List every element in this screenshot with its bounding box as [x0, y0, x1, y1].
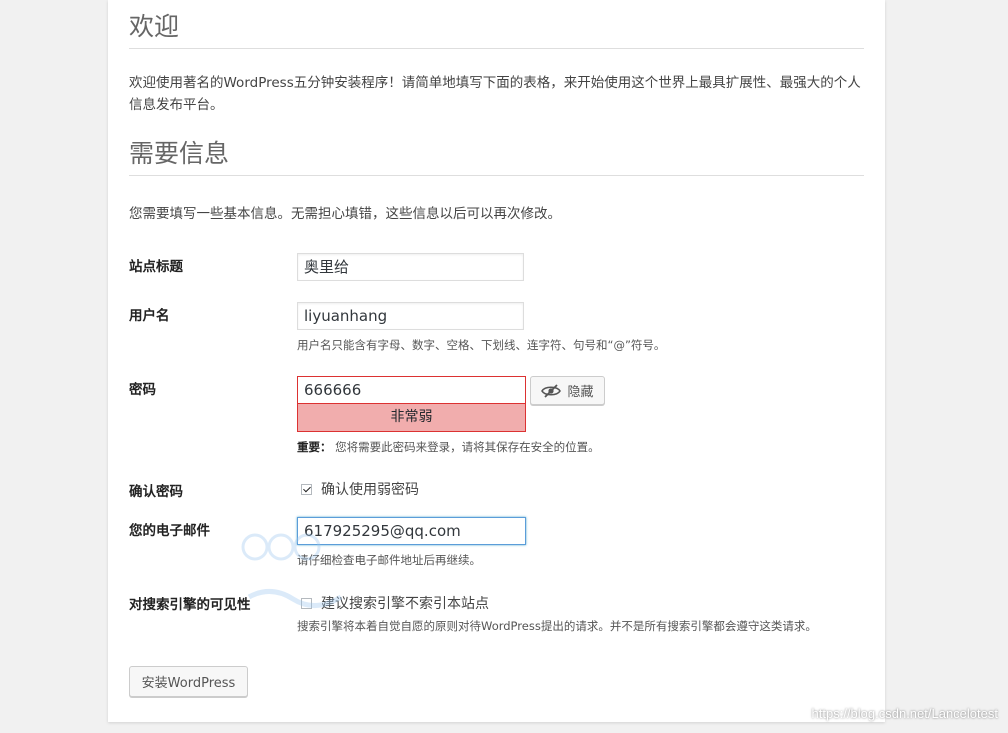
- confirm-weak-password-row[interactable]: 确认使用弱密码: [301, 479, 419, 499]
- confirm-weak-password-text: 确认使用弱密码: [321, 482, 419, 498]
- site-title-label: 站点标题: [129, 259, 183, 275]
- source-watermark: https://blog.csdn.net/Lancelotest: [811, 706, 998, 721]
- password-input[interactable]: 666666: [297, 376, 526, 404]
- info-heading: 需要信息: [129, 139, 864, 176]
- welcome-text: 欢迎使用著名的WordPress五分钟安装程序！请简单地填写下面的表格，来开始使…: [129, 75, 861, 113]
- username-hint: 用户名只能含有字母、数字、空格、下划线、连字符、句号和“@”符号。: [297, 338, 666, 352]
- confirm-weak-password-checkbox[interactable]: [301, 483, 312, 495]
- install-panel: 欢迎 欢迎使用著名的WordPress五分钟安装程序！请简单地填写下面的表格，来…: [108, 0, 885, 722]
- password-hint: 重要： 您将需要此密码来登录，请将其保存在安全的位置。: [297, 439, 600, 455]
- password-hint-important: 重要：: [297, 440, 332, 454]
- confirm-password-label: 确认密码: [129, 484, 183, 500]
- hide-password-button[interactable]: 隐藏: [530, 376, 605, 405]
- eye-slash-icon: [541, 383, 562, 398]
- username-label: 用户名: [129, 308, 170, 324]
- watermark-bubbles-icon: [241, 533, 343, 608]
- search-visibility-label: 对搜索引擎的可见性: [129, 597, 251, 613]
- hide-password-label: 隐藏: [567, 385, 594, 400]
- info-text: 您需要填写一些基本信息。无需担心填错，这些信息以后可以再次修改。: [129, 206, 561, 222]
- site-title-input[interactable]: 奥里给: [297, 253, 524, 281]
- welcome-heading: 欢迎: [129, 12, 864, 49]
- install-content: 欢迎 欢迎使用著名的WordPress五分钟安装程序！请简单地填写下面的表格，来…: [129, 0, 864, 722]
- password-hint-text: 您将需要此密码来登录，请将其保存在安全的位置。: [335, 440, 600, 454]
- email-label: 您的电子邮件: [129, 523, 210, 539]
- install-wordpress-button[interactable]: 安装WordPress: [129, 666, 248, 697]
- search-visibility-hint: 搜索引擎将本着自觉自愿的原则对待WordPress提出的请求。并不是所有搜索引擎…: [297, 619, 817, 633]
- password-strength-meter: 非常弱: [297, 404, 526, 432]
- password-label: 密码: [129, 382, 156, 398]
- username-input[interactable]: liyuanhang: [297, 302, 524, 330]
